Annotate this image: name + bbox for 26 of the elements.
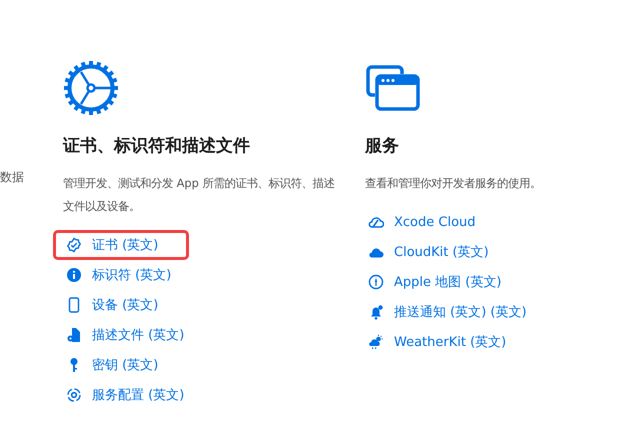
link[interactable]: 描述文件 (英文) (53, 320, 216, 350)
link[interactable]: WeatherKit (英文) (355, 327, 538, 357)
description-text: 数据 (0, 169, 25, 186)
link[interactable]: 服务配置 (英文) (53, 380, 216, 410)
check-badge-icon (66, 237, 82, 253)
windows-icon (365, 65, 421, 111)
phone-icon (66, 297, 82, 313)
link[interactable]: Xcode Cloud (355, 207, 507, 237)
bell-icon (368, 304, 384, 320)
gear-icon (63, 60, 119, 116)
info-icon (66, 267, 82, 283)
section-title: 服务 (365, 135, 400, 158)
link[interactable]: 证书 (英文) (53, 230, 190, 260)
sun-cloud-icon (368, 334, 384, 350)
link[interactable]: 推送通知 (英文) (英文) (355, 297, 558, 327)
section-description: 管理开发、测试和分发 App 所需的证书、标识符、描述文件以及设备。 (63, 175, 336, 215)
section-description: 查看和管理你对开发者服务的使用。 (365, 175, 542, 192)
link[interactable]: 密钥 (英文) (53, 350, 190, 380)
section-title: 证书、标识符和描述文件 (63, 135, 251, 158)
link[interactable]: CloudKit (英文) (355, 237, 520, 267)
sync-icon (66, 387, 82, 403)
link[interactable]: 设备 (英文) (53, 290, 190, 320)
document-gear-icon (66, 327, 82, 343)
link[interactable]: Apple 地图 (英文) (355, 267, 532, 297)
compass-icon (368, 274, 384, 290)
link[interactable]: 标识符 (英文) (53, 260, 202, 290)
